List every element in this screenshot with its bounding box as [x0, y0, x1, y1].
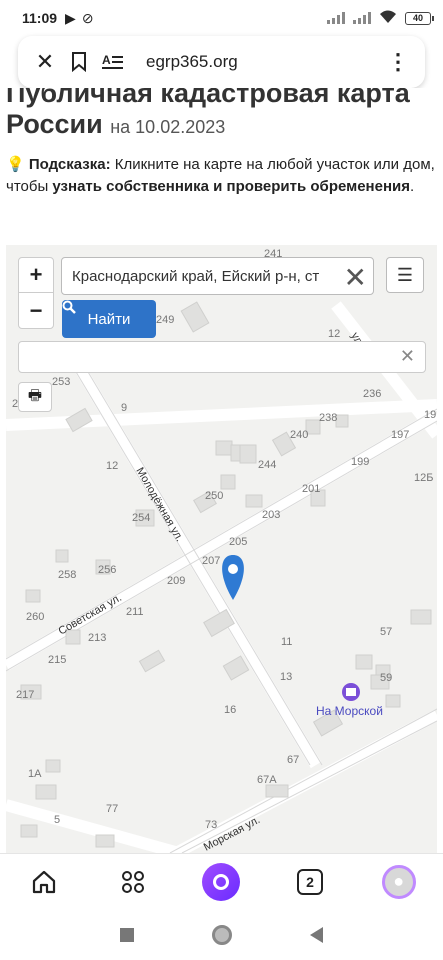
- alice-icon: [202, 862, 241, 901]
- house-number: 11: [281, 636, 292, 648]
- house-number: 244: [258, 459, 276, 471]
- signal-icon-2: [353, 12, 371, 24]
- house-number: 199: [351, 456, 369, 468]
- zoom-in-button[interactable]: +: [19, 258, 53, 293]
- zoom-control: + −: [18, 257, 54, 329]
- cadastral-map[interactable]: 2412491225325592362382401971912244199250…: [6, 245, 437, 853]
- reader-mode-icon[interactable]: A: [96, 45, 130, 79]
- more-menu-icon[interactable]: ⋮: [381, 45, 415, 79]
- house-number: 217: [16, 689, 34, 701]
- status-time: 11:09: [22, 10, 58, 26]
- house-number: 207: [202, 555, 220, 567]
- house-number: 13: [280, 671, 292, 683]
- status-bar: 11:09 ▶ ⊘ 40: [0, 0, 443, 36]
- profile-button[interactable]: ●: [377, 860, 421, 904]
- close-icon[interactable]: ✕: [28, 45, 62, 79]
- recents-button[interactable]: [120, 927, 134, 942]
- home-button[interactable]: [212, 924, 232, 945]
- street-label: Советская ул.: [57, 592, 124, 638]
- clear-filter-icon[interactable]: ✕: [400, 346, 415, 367]
- signal-icon: [327, 12, 345, 24]
- house-number: 209: [167, 575, 185, 587]
- house-number: 205: [229, 536, 247, 548]
- browser-bottom-nav: 2 ●: [0, 853, 443, 909]
- house-number: 73: [205, 819, 217, 831]
- play-icon: ▶: [65, 9, 76, 26]
- battery-icon: 40: [405, 11, 434, 25]
- clear-search-icon[interactable]: ✕: [344, 261, 367, 294]
- house-number: 57: [380, 626, 392, 638]
- poi-label: На Морской: [316, 704, 383, 718]
- house-number: 203: [262, 509, 280, 521]
- house-number: 238: [319, 412, 337, 424]
- lightbulb-icon: 💡: [6, 156, 25, 173]
- home-icon[interactable]: [22, 860, 66, 904]
- bookmark-icon[interactable]: [62, 45, 96, 79]
- house-number: 201: [302, 483, 320, 495]
- house-number: 1А: [28, 768, 42, 780]
- house-number: 77: [106, 803, 118, 815]
- house-number: 256: [98, 564, 116, 576]
- hint-text: 💡 Подсказка: Кликните на карте на любой …: [6, 156, 435, 195]
- zoom-out-button[interactable]: −: [19, 293, 53, 328]
- system-nav-bar: [0, 909, 443, 960]
- tabs-button[interactable]: 2: [288, 860, 332, 904]
- location-pin-icon[interactable]: [222, 555, 244, 600]
- address-bar[interactable]: egrp365.org: [146, 52, 238, 72]
- house-number: 253: [52, 376, 70, 388]
- house-number: 213: [88, 632, 106, 644]
- back-button[interactable]: [310, 926, 323, 943]
- house-number: 5: [54, 814, 60, 826]
- house-number: 249: [156, 314, 174, 326]
- house-number: 16: [224, 704, 236, 716]
- house-number: 240: [290, 429, 308, 441]
- house-number: 12: [106, 460, 118, 472]
- avatar: ●: [381, 864, 416, 899]
- house-number: 197: [391, 429, 409, 441]
- house-number: 19: [424, 409, 436, 421]
- address-search-input[interactable]: Краснодарский край, Ейский р-н, ст ✕: [61, 257, 374, 295]
- svg-text:A: A: [102, 53, 111, 67]
- cadastral-number-input[interactable]: ✕: [18, 341, 426, 373]
- street-label: Молодёжная ул.: [133, 466, 185, 544]
- house-number: 12: [328, 328, 340, 340]
- house-number: 211: [126, 606, 144, 618]
- house-number: 9: [121, 402, 127, 414]
- layers-menu-icon[interactable]: ☰: [386, 257, 424, 293]
- alice-assistant-button[interactable]: [199, 860, 243, 904]
- house-number: 12Б: [414, 472, 433, 484]
- title-date: на 10.02.2023: [110, 117, 226, 137]
- house-number: 67А: [257, 774, 277, 786]
- find-button[interactable]: Найти: [62, 300, 156, 338]
- tabs-count: 2: [297, 868, 324, 895]
- house-number: 260: [26, 611, 44, 623]
- print-icon[interactable]: 🖶: [18, 382, 52, 412]
- page-content: Публичная кадастровая карта России на 10…: [0, 88, 443, 853]
- house-number: 254: [132, 512, 150, 524]
- house-number: 250: [205, 490, 223, 502]
- page-title: Публичная кадастровая карта России на 10…: [6, 88, 410, 139]
- house-number: 67: [287, 754, 299, 766]
- search-icon: [62, 300, 76, 314]
- house-number: 236: [363, 388, 381, 400]
- apps-grid-icon[interactable]: [111, 860, 155, 904]
- blocked-icon: ⊘: [81, 9, 94, 26]
- browser-bar: ✕ A egrp365.org ⋮: [18, 36, 425, 88]
- house-number: 215: [48, 654, 66, 666]
- house-number: 59: [380, 672, 392, 684]
- wifi-icon: [379, 10, 397, 27]
- house-number: 258: [58, 569, 76, 581]
